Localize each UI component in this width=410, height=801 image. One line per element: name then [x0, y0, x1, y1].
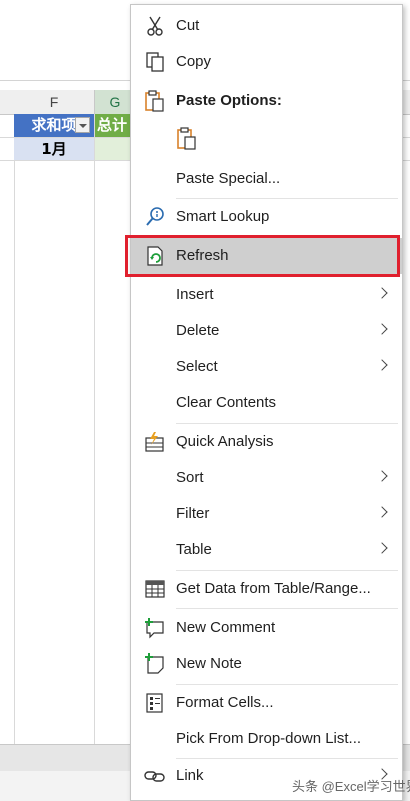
- menu-item-label: Smart Lookup: [176, 208, 270, 225]
- watermark-text: 头条 @Excel学习世界: [292, 779, 410, 794]
- menu-item-label: Quick Analysis: [176, 433, 274, 450]
- menu-item-label: Refresh: [176, 247, 229, 264]
- menu-item-label: Get Data from Table/Range...: [176, 580, 371, 597]
- grid-line: [14, 114, 15, 744]
- chevron-right-icon: [376, 506, 388, 518]
- menu-item-clear-contents[interactable]: Clear Contents: [131, 385, 402, 421]
- copy-icon: [144, 51, 166, 73]
- quick-analysis-icon: [144, 431, 166, 453]
- paste-icon: [144, 90, 166, 112]
- grid-line: [94, 114, 95, 744]
- menu-item-filter[interactable]: Filter: [131, 496, 402, 532]
- highlight-frame: [125, 235, 400, 277]
- menu-item-label: Delete: [176, 322, 220, 339]
- chevron-right-icon: [376, 542, 388, 554]
- refresh-icon: [144, 245, 166, 267]
- format-cells-icon: [144, 692, 166, 714]
- menu-item-smart-lookup[interactable]: Smart Lookup: [131, 199, 402, 235]
- chevron-right-icon: [376, 470, 388, 482]
- menu-item-label: Paste Options:: [176, 92, 282, 109]
- menu-item-paste-options: Paste Options:: [131, 83, 402, 119]
- search-icon: [144, 206, 166, 228]
- menu-item-paste-special[interactable]: Paste Special...: [131, 161, 402, 197]
- menu-item-format-cells[interactable]: Format Cells...: [131, 685, 402, 721]
- menu-item-label: Select: [176, 358, 218, 375]
- menu-item-label: Clear Contents: [176, 394, 277, 411]
- link-icon: [144, 765, 166, 787]
- column-header-f[interactable]: F: [14, 90, 95, 114]
- scissors-icon: [144, 15, 166, 37]
- chevron-right-icon: [376, 359, 388, 371]
- chevron-right-icon: [376, 287, 388, 299]
- menu-item-label: Link: [176, 767, 204, 784]
- menu-item-label: Filter: [176, 505, 210, 522]
- menu-item-select[interactable]: Select: [131, 349, 402, 385]
- menu-item-insert[interactable]: Insert: [131, 277, 402, 313]
- menu-item-label: Pick From Drop-down List...: [176, 730, 362, 747]
- menu-item-get-data[interactable]: Get Data from Table/Range...: [131, 571, 402, 607]
- menu-item-new-note[interactable]: New Note: [131, 646, 402, 682]
- filter-dropdown-button[interactable]: [75, 117, 90, 133]
- menu-item-new-comment[interactable]: New Comment: [131, 610, 402, 646]
- menu-item-label: Paste Special...: [176, 170, 281, 187]
- menu-item-label: Format Cells...: [176, 694, 274, 711]
- menu-item-label: Table: [176, 541, 212, 558]
- menu-item-label: Insert: [176, 286, 214, 303]
- menu-separator: [176, 608, 398, 609]
- menu-item-delete[interactable]: Delete: [131, 313, 402, 349]
- paste-button[interactable]: [176, 127, 198, 151]
- menu-item-label: New Comment: [176, 619, 276, 636]
- menu-item-quick-analysis[interactable]: Quick Analysis: [131, 424, 402, 460]
- table-icon: [144, 578, 166, 600]
- menu-item-label: Copy: [176, 53, 212, 70]
- menu-item-label: Cut: [176, 17, 200, 34]
- context-menu: Cut Copy Paste Options: Paste Special...…: [125, 4, 403, 801]
- menu-item-cut[interactable]: Cut: [131, 8, 402, 44]
- pivot-row-label-cell[interactable]: 1月: [14, 138, 94, 160]
- menu-item-label: Sort: [176, 469, 204, 486]
- menu-item-label: New Note: [176, 655, 242, 672]
- new-note-icon: [144, 653, 166, 675]
- menu-item-copy[interactable]: Copy: [131, 44, 402, 80]
- chevron-right-icon: [376, 323, 388, 335]
- new-comment-icon: [144, 617, 166, 639]
- menu-item-sort[interactable]: Sort: [131, 460, 402, 496]
- menu-item-pick-from-list[interactable]: Pick From Drop-down List...: [131, 721, 402, 757]
- menu-item-refresh[interactable]: Refresh: [125, 235, 402, 277]
- menu-item-table[interactable]: Table: [131, 532, 402, 568]
